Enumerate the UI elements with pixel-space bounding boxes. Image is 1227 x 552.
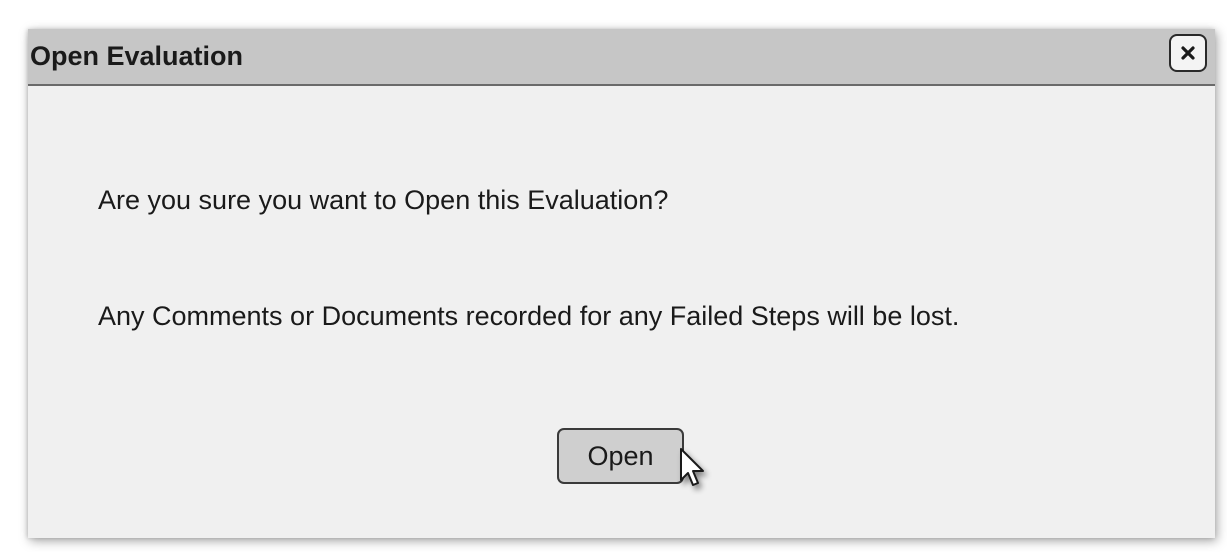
dialog-titlebar[interactable]: Open Evaluation xyxy=(28,29,1215,86)
dialog-title: Open Evaluation xyxy=(30,41,244,71)
pointer-cursor-icon xyxy=(680,448,704,486)
close-icon xyxy=(1181,46,1195,60)
open-evaluation-dialog: Open Evaluation Are you sure you want to… xyxy=(28,29,1215,538)
confirm-message: Are you sure you want to Open this Evalu… xyxy=(98,185,669,215)
warning-message: Any Comments or Documents recorded for a… xyxy=(98,301,960,331)
close-button[interactable] xyxy=(1169,34,1207,72)
open-button[interactable]: Open xyxy=(557,428,684,484)
